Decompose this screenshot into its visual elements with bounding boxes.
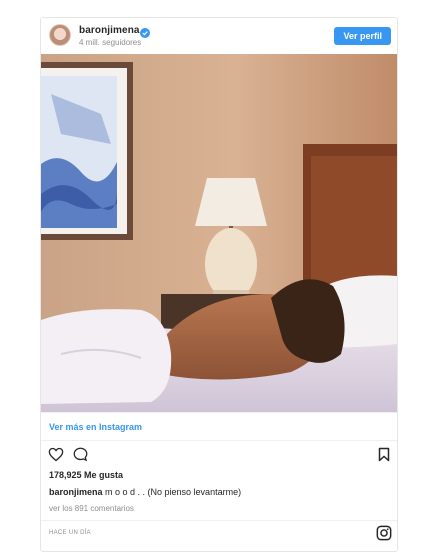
instagram-logo-icon[interactable] <box>376 525 392 541</box>
post-timestamp: HACE UN DÍA <box>49 530 91 536</box>
heart-icon[interactable] <box>48 447 64 462</box>
divider <box>41 412 397 413</box>
verified-badge-icon <box>140 25 150 38</box>
post-header: baronjimena 4 mill. seguidores Ver perfi… <box>41 18 397 54</box>
divider <box>41 520 397 521</box>
bookmark-icon[interactable] <box>378 447 390 462</box>
post-photo[interactable] <box>41 54 397 412</box>
instagram-embed-card: baronjimena 4 mill. seguidores Ver perfi… <box>40 17 398 552</box>
avatar[interactable] <box>49 24 71 46</box>
comment-icon[interactable] <box>73 447 88 462</box>
divider <box>41 440 397 441</box>
post-caption: baronjimena m o o d . . (No pienso levan… <box>49 487 241 497</box>
view-comments-link[interactable]: ver los 891 comentarios <box>49 504 134 513</box>
view-more-link[interactable]: Ver más en Instagram <box>49 422 142 432</box>
follower-count: 4 mill. seguidores <box>79 38 142 47</box>
caption-username[interactable]: baronjimena <box>49 487 103 497</box>
like-count: 178,925 Me gusta <box>49 470 124 480</box>
caption-text: m o o d . . (No pienso levantarme) <box>102 487 242 497</box>
username[interactable]: baronjimena <box>79 25 140 36</box>
view-profile-button[interactable]: Ver perfil <box>334 27 391 45</box>
